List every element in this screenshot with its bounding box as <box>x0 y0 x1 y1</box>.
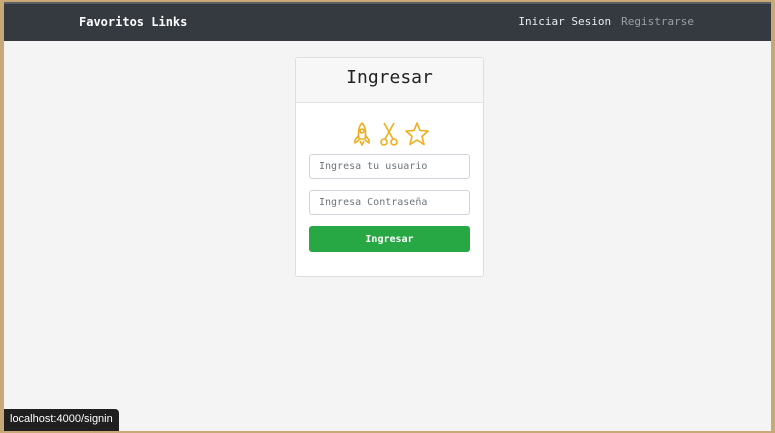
nav-link-signup[interactable]: Registrarse <box>621 15 694 28</box>
username-input[interactable] <box>309 154 470 179</box>
icon-row <box>296 121 483 149</box>
scissors-icon <box>378 121 400 149</box>
nav-links: Iniciar Sesion Registrarse <box>518 15 694 28</box>
star-icon <box>404 121 430 149</box>
navbar-brand[interactable]: Favoritos Links <box>79 15 187 29</box>
navbar: Favoritos Links Iniciar Sesion Registrar… <box>4 4 771 41</box>
login-button[interactable]: Ingresar <box>309 226 470 252</box>
password-input[interactable] <box>309 190 470 215</box>
card-title: Ingresar <box>346 67 433 88</box>
status-bar-url: localhost:4000/signin <box>4 409 119 431</box>
login-card: Ingresar Ingresa tu usuario Ingresar <box>295 57 484 277</box>
card-header: Ingresar <box>296 58 483 103</box>
nav-link-signin[interactable]: Iniciar Sesion <box>518 15 611 28</box>
rocket-icon <box>350 121 374 149</box>
browser-viewport: Favoritos Links Iniciar Sesion Registrar… <box>4 2 771 431</box>
